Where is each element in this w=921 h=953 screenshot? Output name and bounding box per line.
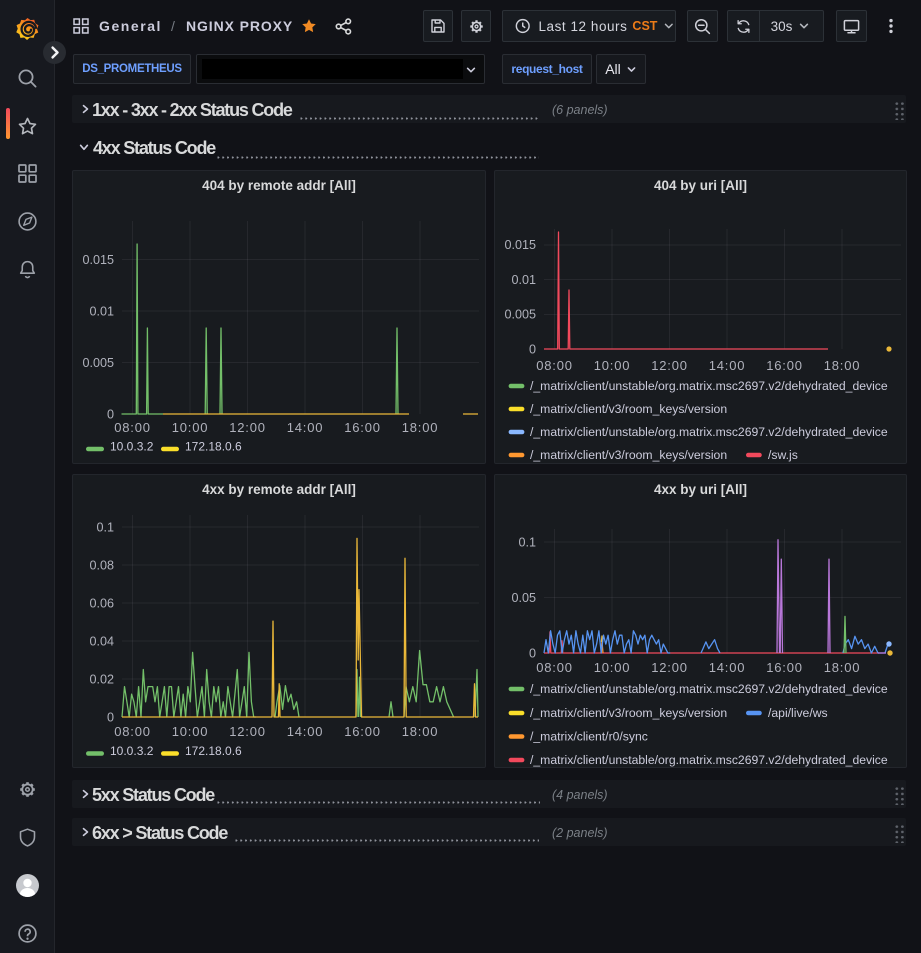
svg-text:12:00: 12:00 <box>651 660 688 675</box>
svg-text:0.08: 0.08 <box>89 558 114 572</box>
svg-text:0.04: 0.04 <box>89 634 114 648</box>
svg-text:10.0.3.2: 10.0.3.2 <box>110 744 154 758</box>
svg-text:10:00: 10:00 <box>172 724 209 739</box>
svg-text:18:00: 18:00 <box>402 724 439 739</box>
svg-text:14:00: 14:00 <box>709 358 746 373</box>
svg-text:/sw.js: /sw.js <box>768 448 798 462</box>
svg-text:18:00: 18:00 <box>824 660 861 675</box>
svg-text:10:00: 10:00 <box>172 420 209 435</box>
svg-text:0.02: 0.02 <box>89 672 114 686</box>
svg-text:16:00: 16:00 <box>344 724 381 739</box>
svg-text:/_matrix/client/v3/room_keys/v: /_matrix/client/v3/room_keys/version <box>530 402 727 416</box>
svg-text:0: 0 <box>529 646 536 660</box>
svg-text:12:00: 12:00 <box>229 724 266 739</box>
svg-text:0.01: 0.01 <box>511 273 536 287</box>
svg-text:/_matrix/client/unstable/org.m: /_matrix/client/unstable/org.matrix.msc2… <box>530 753 888 767</box>
svg-text:0: 0 <box>107 710 114 724</box>
svg-text:/_matrix/client/v3/room_keys/v: /_matrix/client/v3/room_keys/version <box>530 706 727 720</box>
svg-text:14:00: 14:00 <box>709 660 746 675</box>
svg-text:10:00: 10:00 <box>594 660 631 675</box>
svg-text:0.015: 0.015 <box>82 253 114 267</box>
svg-text:12:00: 12:00 <box>229 420 266 435</box>
svg-text:0.06: 0.06 <box>89 596 114 610</box>
svg-text:08:00: 08:00 <box>114 724 151 739</box>
svg-text:12:00: 12:00 <box>651 358 688 373</box>
svg-text:08:00: 08:00 <box>536 660 573 675</box>
svg-text:0.015: 0.015 <box>504 238 536 252</box>
svg-text:0.1: 0.1 <box>518 535 536 549</box>
svg-text:08:00: 08:00 <box>114 420 151 435</box>
svg-text:172.18.0.6: 172.18.0.6 <box>185 744 242 758</box>
svg-text:14:00: 14:00 <box>287 724 324 739</box>
svg-text:0.005: 0.005 <box>504 308 536 322</box>
svg-text:/_matrix/client/unstable/org.m: /_matrix/client/unstable/org.matrix.msc2… <box>530 379 888 393</box>
svg-text:16:00: 16:00 <box>766 660 803 675</box>
svg-text:0: 0 <box>529 342 536 356</box>
svg-text:18:00: 18:00 <box>824 358 861 373</box>
svg-text:0.01: 0.01 <box>89 304 114 318</box>
svg-text:08:00: 08:00 <box>536 358 573 373</box>
svg-text:16:00: 16:00 <box>766 358 803 373</box>
svg-text:0.005: 0.005 <box>82 356 114 370</box>
svg-text:0.05: 0.05 <box>511 591 536 605</box>
svg-text:18:00: 18:00 <box>402 420 439 435</box>
svg-text:16:00: 16:00 <box>344 420 381 435</box>
svg-text:/_matrix/client/v3/room_keys/v: /_matrix/client/v3/room_keys/version <box>530 448 727 462</box>
svg-text:0: 0 <box>107 407 114 421</box>
svg-text:/_matrix/client/unstable/org.m: /_matrix/client/unstable/org.matrix.msc2… <box>530 425 888 439</box>
svg-text:14:00: 14:00 <box>287 420 324 435</box>
svg-text:/_matrix/client/unstable/org.m: /_matrix/client/unstable/org.matrix.msc2… <box>530 682 888 696</box>
svg-text:172.18.0.6: 172.18.0.6 <box>185 440 242 454</box>
svg-text:0.1: 0.1 <box>96 520 114 534</box>
svg-text:10:00: 10:00 <box>594 358 631 373</box>
svg-text:10.0.3.2: 10.0.3.2 <box>110 440 154 454</box>
svg-text:/api/live/ws: /api/live/ws <box>768 706 828 720</box>
svg-text:/_matrix/client/r0/sync: /_matrix/client/r0/sync <box>530 730 648 744</box>
